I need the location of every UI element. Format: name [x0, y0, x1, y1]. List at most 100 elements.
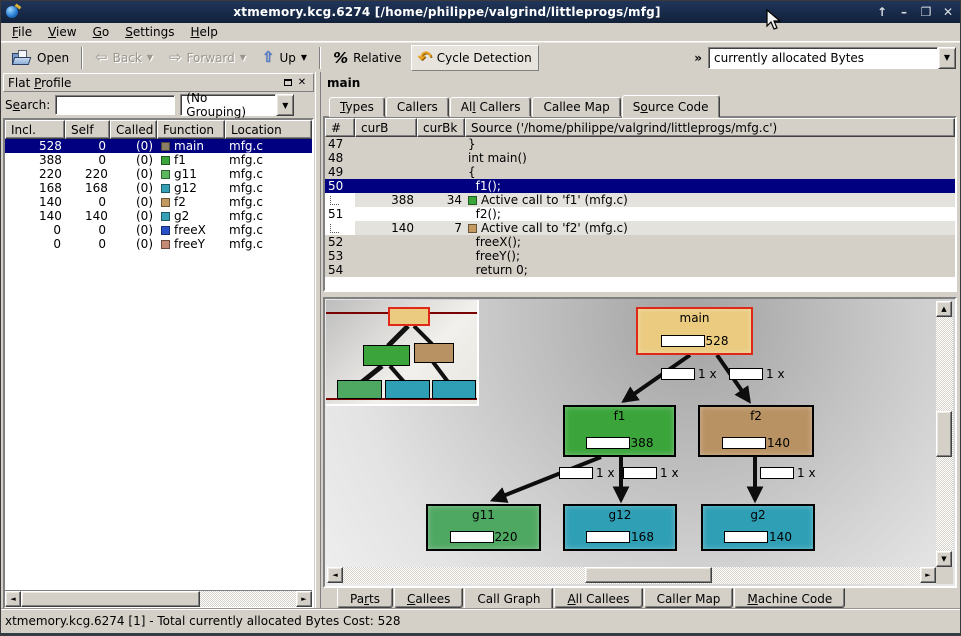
source-line[interactable]: 48 int main() [325, 151, 955, 165]
menubar: File View Go Settings Help [1, 23, 960, 42]
menu-help[interactable]: Help [183, 24, 224, 40]
dock-close-button[interactable]: ✕ [295, 76, 309, 89]
grouping-combobox[interactable]: (No Grouping) ▼ [180, 94, 294, 116]
event-type-combobox[interactable]: currently allocated Bytes ▼ [708, 47, 956, 69]
forward-arrow-icon: ⇨ [169, 50, 182, 65]
tab-caller-map[interactable]: Caller Map [644, 588, 734, 608]
cost-bar [661, 335, 705, 347]
cycle-detection-button[interactable]: ↶ Cycle Detection [411, 45, 539, 71]
table-row-g2[interactable]: 140 140 (0) g2 mfg.c [5, 209, 312, 223]
table-row-main[interactable]: 528 0 (0) main mfg.c [5, 139, 312, 153]
close-icon[interactable]: ✕ [940, 4, 956, 20]
source-line[interactable]: 54 return 0; [325, 263, 955, 277]
search-row: Search: (No Grouping) ▼ [3, 92, 314, 118]
minimize-icon[interactable]: – [896, 4, 912, 20]
scroll-right-icon[interactable]: ► [296, 591, 312, 607]
function-color-icon [468, 196, 477, 205]
column-header-incl[interactable]: Incl. [5, 120, 65, 139]
graph-node-g12[interactable]: g12 168 [563, 504, 677, 551]
combo-dropdown-icon[interactable]: ▼ [276, 94, 294, 116]
scroll-up-icon[interactable]: ▲ [936, 301, 952, 317]
menu-go[interactable]: Go [86, 24, 117, 40]
tab-source-code[interactable]: Source Code [622, 95, 720, 118]
scrollbar-track[interactable] [21, 591, 296, 607]
graph-node-main[interactable]: main 528 [636, 307, 753, 355]
app-icon[interactable] [5, 4, 22, 21]
column-header-line[interactable]: # [325, 118, 355, 137]
tab-machine-code[interactable]: Machine Code [734, 588, 845, 608]
table-row-g12[interactable]: 168 168 (0) g12 mfg.c [5, 181, 312, 195]
scroll-right-icon[interactable]: ► [920, 567, 936, 583]
column-header-called[interactable]: Called [110, 120, 157, 139]
call-graph-canvas[interactable]: main 528 f1 388 f2 140 g11 220 [325, 299, 936, 567]
tab-callers[interactable]: Callers [386, 97, 449, 117]
horizontal-scrollbar[interactable]: ◄ ► [327, 567, 936, 584]
tab-callee-map[interactable]: Callee Map [532, 97, 620, 117]
scroll-down-icon[interactable]: ▼ [936, 551, 952, 567]
tab-call-graph[interactable]: Call Graph [464, 588, 553, 611]
source-call-line[interactable]: 388 34 Active call to 'f1' (mfg.c) [325, 193, 955, 207]
table-row-freeY[interactable]: 0 0 (0) freeY mfg.c [5, 237, 312, 251]
table-row-freeX[interactable]: 0 0 (0) freeX mfg.c [5, 223, 312, 237]
function-color-icon [161, 156, 170, 165]
combo-dropdown-icon[interactable]: ▼ [938, 47, 956, 69]
scrollbar-thumb[interactable] [936, 411, 952, 458]
search-input[interactable] [55, 95, 175, 115]
column-header-location[interactable]: Location [225, 120, 312, 139]
source-line[interactable]: 47 } [325, 137, 955, 151]
function-pane: main Types Callers All Callers Callee Ma… [321, 72, 960, 609]
scroll-left-icon[interactable]: ◄ [5, 591, 21, 607]
source-call-line[interactable]: 140 7 Active call to 'f2' (mfg.c) [325, 221, 955, 235]
graph-node-f1[interactable]: f1 388 [563, 405, 676, 457]
column-header-curB[interactable]: curB [355, 118, 417, 137]
up-button[interactable]: ⇧ Up ▼ [255, 45, 314, 71]
column-header-self[interactable]: Self [65, 120, 110, 139]
menu-settings[interactable]: Settings [118, 24, 181, 40]
open-folder-icon [12, 50, 32, 66]
scroll-left-icon[interactable]: ◄ [327, 567, 343, 583]
scrollbar-track[interactable] [343, 567, 920, 584]
graph-node-f2[interactable]: f2 140 [698, 405, 814, 457]
column-header-curBk[interactable]: curBk [417, 118, 465, 137]
vertical-scrollbar[interactable]: ▲ ▼ [936, 301, 953, 567]
table-row-f2[interactable]: 140 0 (0) f2 mfg.c [5, 195, 312, 209]
dock-float-button[interactable] [281, 76, 295, 89]
source-line[interactable]: 51 f2(); [325, 207, 955, 221]
scrollbar-track[interactable] [936, 317, 953, 551]
tab-all-callers[interactable]: All Callers [450, 97, 532, 117]
keep-above-icon[interactable]: ↑ [874, 4, 890, 20]
titlebar[interactable]: xtmemory.kcg.6274 [/home/philippe/valgri… [1, 1, 960, 23]
column-header-source[interactable]: Source ('/home/philippe/valgrind/littlep… [465, 118, 955, 137]
graph-node-g2[interactable]: g2 140 [701, 504, 815, 551]
forward-button[interactable]: ⇨ Forward ▼ [162, 45, 253, 71]
toolbar-overflow-button[interactable]: » [690, 51, 706, 65]
scrollbar-thumb[interactable] [585, 567, 712, 583]
open-button[interactable]: Open [5, 45, 76, 71]
tab-all-callees[interactable]: All Callees [554, 588, 642, 608]
graph-overview-minimap[interactable] [326, 300, 479, 406]
menu-view[interactable]: View [41, 24, 83, 40]
table-row-g11[interactable]: 220 220 (0) g11 mfg.c [5, 167, 312, 181]
horizontal-scrollbar[interactable]: ◄ ► [5, 590, 312, 607]
tab-parts[interactable]: Parts [337, 588, 393, 608]
minimap-node-f1 [363, 345, 410, 366]
graph-node-g11[interactable]: g11 220 [426, 504, 541, 551]
maximize-icon[interactable]: ❐ [918, 4, 934, 20]
column-header-function[interactable]: Function [157, 120, 225, 139]
source-line[interactable]: 53 freeY(); [325, 249, 955, 263]
call-graph-view: main 528 f1 388 f2 140 g11 220 [323, 297, 957, 588]
cost-bar [586, 531, 630, 543]
back-button[interactable]: ⇦ Back ▼ [88, 45, 160, 71]
source-line[interactable]: 49 { [325, 165, 955, 179]
source-line-selected[interactable]: 50 f1(); [325, 179, 955, 193]
toolbar-separator [81, 47, 83, 69]
source-line[interactable]: 52 freeX(); [325, 235, 955, 249]
tab-callees[interactable]: Callees [394, 588, 463, 608]
dock-header[interactable]: Flat Profile ✕ [3, 73, 314, 92]
table-row-f1[interactable]: 388 0 (0) f1 mfg.c [5, 153, 312, 167]
function-color-icon [161, 184, 170, 193]
scrollbar-thumb[interactable] [21, 591, 200, 607]
menu-file[interactable]: File [5, 24, 39, 40]
relative-toggle-button[interactable]: % Relative [326, 45, 408, 71]
tab-types[interactable]: Types [329, 97, 385, 117]
